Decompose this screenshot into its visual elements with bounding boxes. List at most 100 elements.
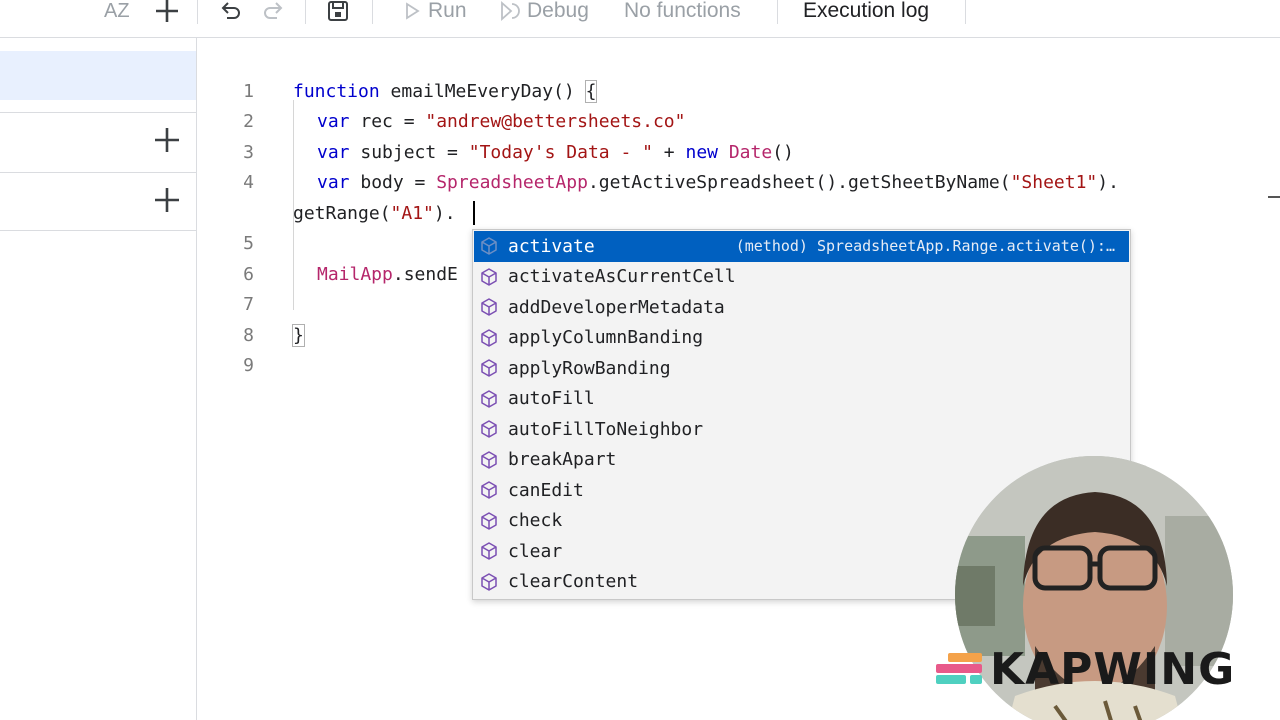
kapwing-wordmark: KAPWING xyxy=(990,643,1236,695)
autocomplete-item-label: applyRowBanding xyxy=(508,357,671,379)
code-line-4-wrap: getRange("A1"). xyxy=(293,199,456,229)
class-name: MailApp xyxy=(317,264,393,285)
save-icon xyxy=(328,1,348,21)
add-library-button[interactable] xyxy=(153,126,181,154)
sidebar-divider xyxy=(0,172,196,173)
autocomplete-item-label: canEdit xyxy=(508,479,584,501)
add-service-button[interactable] xyxy=(153,186,181,214)
class-name: SpreadsheetApp xyxy=(436,172,588,193)
autocomplete-item[interactable]: applyColumnBanding xyxy=(474,323,1129,354)
code-text: + xyxy=(652,142,686,163)
cube-method-icon xyxy=(479,389,499,409)
redo-button[interactable] xyxy=(261,0,285,26)
cube-method-icon xyxy=(479,328,499,348)
code-line-1: function emailMeEveryDay() { xyxy=(293,77,598,107)
toolbar-divider xyxy=(965,0,966,24)
toolbar-divider xyxy=(305,0,306,24)
redo-icon xyxy=(264,2,283,19)
code-text: () xyxy=(772,142,794,163)
play-icon xyxy=(406,2,420,20)
string-literal: "Sheet1" xyxy=(1010,172,1098,193)
bracket: } xyxy=(292,324,305,347)
save-button[interactable] xyxy=(326,0,350,26)
cube-method-icon xyxy=(479,236,499,256)
cube-method-icon xyxy=(479,297,499,317)
string-literal: "Today's Data - " xyxy=(468,142,653,163)
text-cursor xyxy=(473,201,475,225)
file-sidebar xyxy=(0,38,197,720)
line-number: 5 xyxy=(243,233,254,254)
run-button[interactable]: Run xyxy=(402,0,467,26)
autocomplete-item-label: autoFillToNeighbor xyxy=(508,418,704,440)
autocomplete-item-detail: (method) SpreadsheetApp.Range.activate()… xyxy=(735,237,1115,256)
line-number: 1 xyxy=(243,81,254,102)
autocomplete-item-label: activate xyxy=(508,235,595,257)
string-literal: "A1" xyxy=(390,203,434,224)
sidebar-selected-file[interactable] xyxy=(0,51,196,100)
autocomplete-item[interactable]: addDeveloperMetadata xyxy=(474,292,1129,323)
autocomplete-item-label: applyColumnBanding xyxy=(508,327,704,349)
autocomplete-item-label: clear xyxy=(508,540,563,562)
code-text: .sendE xyxy=(392,264,458,285)
sort-az-icon[interactable]: AZ xyxy=(104,0,130,26)
bracket: { xyxy=(584,80,598,103)
code-line-3: var subject = "Today's Data - " + new Da… xyxy=(317,138,794,168)
autocomplete-item[interactable]: activateAsCurrentCell xyxy=(474,262,1129,293)
cube-method-icon xyxy=(479,480,499,500)
cube-method-icon xyxy=(479,419,499,439)
autocomplete-item[interactable]: activate (method) SpreadsheetApp.Range.ac… xyxy=(474,231,1129,262)
undo-icon xyxy=(221,2,240,19)
debug-button[interactable]: Debug xyxy=(497,0,589,26)
cube-method-icon xyxy=(479,541,499,561)
autocomplete-item[interactable]: autoFill xyxy=(474,384,1129,415)
overview-ruler-mark xyxy=(1268,196,1280,198)
add-icon xyxy=(156,0,178,22)
keyword: new xyxy=(685,142,718,163)
code-text: getRange( xyxy=(293,203,391,224)
function-select[interactable]: No functions xyxy=(624,0,741,26)
autocomplete-item-label: breakApart xyxy=(508,449,617,471)
sidebar-divider xyxy=(0,230,196,231)
code-line-4: var body = SpreadsheetApp.getActiveSprea… xyxy=(317,168,1119,198)
keyword: var xyxy=(317,172,350,193)
autocomplete-item[interactable]: applyRowBanding xyxy=(474,353,1129,384)
autocomplete-item-label: addDeveloperMetadata xyxy=(508,296,725,318)
code-line-6: MailApp.sendE xyxy=(317,260,458,290)
execution-log-button[interactable]: Execution log xyxy=(803,0,929,26)
keyword: var xyxy=(317,142,350,163)
toolbar-divider xyxy=(372,0,373,24)
add-file-button[interactable] xyxy=(154,0,180,26)
string-literal: "andrew@bettersheets.co" xyxy=(425,111,686,132)
line-number: 8 xyxy=(243,325,254,346)
code-line-2: var rec = "andrew@bettersheets.co" xyxy=(317,107,685,137)
toolbar: AZ Run Debug No functions Execution log xyxy=(0,0,1280,38)
code-text: ). xyxy=(1097,172,1119,193)
line-number: 3 xyxy=(243,142,254,163)
kapwing-watermark: KAPWING xyxy=(926,634,1266,704)
code-text: rec = xyxy=(349,111,426,132)
keyword: var xyxy=(317,111,350,132)
code-text: .getActiveSpreadsheet().getSheetByName( xyxy=(587,172,1011,193)
run-label: Run xyxy=(428,0,467,22)
cube-method-icon xyxy=(479,572,499,592)
code-text: subject = xyxy=(349,142,469,163)
autocomplete-item[interactable]: autoFillToNeighbor xyxy=(474,414,1129,445)
autocomplete-item-label: activateAsCurrentCell xyxy=(508,266,736,288)
class-name: Date xyxy=(728,142,773,163)
cube-method-icon xyxy=(479,511,499,531)
toolbar-divider xyxy=(197,0,198,24)
add-icon xyxy=(155,188,179,212)
line-number: 2 xyxy=(243,111,254,132)
autocomplete-item-label: check xyxy=(508,510,563,532)
toolbar-divider xyxy=(777,0,778,24)
autocomplete-item-label: clearContent xyxy=(508,571,639,593)
undo-button[interactable] xyxy=(219,0,243,26)
sidebar-divider xyxy=(0,112,196,113)
cube-method-icon xyxy=(479,358,499,378)
autocomplete-item-label: autoFill xyxy=(508,388,595,410)
line-number: 9 xyxy=(243,355,254,376)
kapwing-logo-icon xyxy=(936,653,982,684)
code-line-8: } xyxy=(292,321,305,351)
line-number: 6 xyxy=(243,264,254,285)
